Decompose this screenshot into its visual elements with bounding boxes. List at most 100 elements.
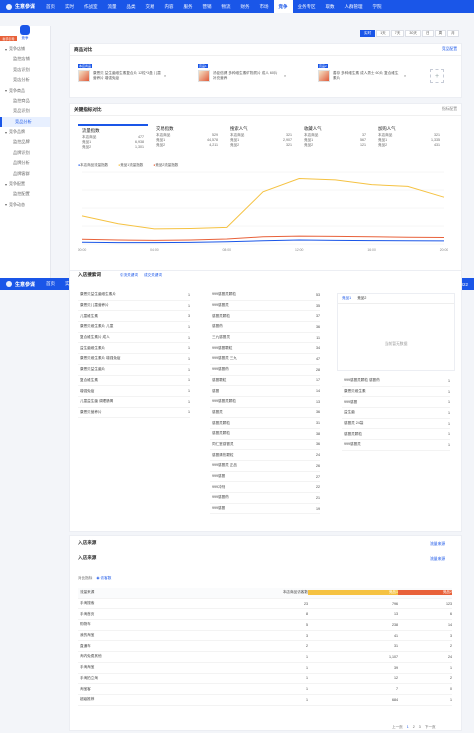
- list-item: 感冒药 36: [210, 322, 320, 333]
- compare-config-link[interactable]: 竞品配置: [442, 47, 457, 52]
- list-item: 999感冒药 21: [210, 493, 320, 504]
- sidebar-item[interactable]: 竞品识别: [0, 106, 50, 117]
- competitor-tab[interactable]: 竞品2: [357, 296, 366, 301]
- kpi-card[interactable]: 收藏人气 本店商品 37 竞品1 567 竞品2 121: [300, 124, 370, 154]
- sidebar-group-title: ▾ 竞争店铺: [5, 46, 26, 52]
- nav-item[interactable]: 物流: [217, 0, 236, 13]
- nav-item[interactable]: 人群管理: [340, 0, 368, 13]
- radio-visitors[interactable]: ◉ 访客数: [96, 576, 111, 581]
- date-tab[interactable]: 月: [447, 30, 459, 37]
- list-item: 康恩贝维生素片 儿童 1: [78, 322, 190, 333]
- sidebar-item[interactable]: 竞店识别: [0, 65, 50, 76]
- brand[interactable]: 生意参谋: [0, 3, 41, 10]
- date-tab[interactable]: 日: [421, 30, 434, 37]
- close-icon[interactable]: ×: [164, 74, 166, 78]
- product-name: 善存 多种维生素 成人男士 60片 复合维生素片: [333, 71, 399, 80]
- nav-item[interactable]: 市场: [255, 0, 274, 13]
- product-thumbnail: [78, 70, 90, 82]
- page-button[interactable]: 下一页: [425, 725, 436, 730]
- list-item: 999冲剂 22: [210, 482, 320, 494]
- compare-product[interactable]: 本店商品 康恩贝 益生菌维生素复合片 12粒*3盒 儿童营养片 增强免疫 ×: [78, 62, 188, 90]
- sources-link-1[interactable]: 流量来源: [430, 541, 445, 547]
- kpi-config-link[interactable]: 指标配置: [442, 107, 457, 112]
- list-item: 益生菌维生素片 1: [78, 343, 190, 355]
- table-row[interactable]: 手淘搜索 23 796 123: [78, 599, 452, 610]
- sidebar-item[interactable]: 品牌分析: [0, 158, 50, 169]
- sidebar-item[interactable]: 监控商品: [0, 96, 50, 107]
- nav-item[interactable]: 学院: [368, 0, 387, 13]
- page-button[interactable]: 上一页: [392, 725, 403, 730]
- table-row[interactable]: 手淘淘宝 1 39 1: [78, 663, 452, 674]
- sidebar-group-title: ▾ 竞争商品: [5, 87, 26, 94]
- keyword-tab[interactable]: 引流关键词: [120, 273, 138, 278]
- nav-item[interactable]: 品类: [122, 0, 141, 13]
- nav-item[interactable]: 作战室: [79, 0, 103, 13]
- sidebar-item[interactable]: 品牌识别: [0, 148, 50, 159]
- legend-item[interactable]: ●竞品1流量指数: [118, 163, 143, 168]
- date-tab[interactable]: 实时: [360, 30, 376, 37]
- x-tick-label: 12:00: [295, 248, 304, 252]
- nav-item[interactable]: 取数: [321, 0, 340, 13]
- table-row[interactable]: 淘宝客 1 7 0: [78, 684, 452, 695]
- sidebar-item[interactable]: 竞品分析: [0, 116, 50, 127]
- competition-logo-icon: [20, 25, 30, 35]
- legend-item[interactable]: ●竞品2流量指数: [153, 163, 178, 168]
- sources-link-2[interactable]: 流量来源: [430, 556, 445, 562]
- compare-product[interactable]: 竞品1 汤臣倍健 多种维生素矿物质片 成人 60片 补充营养 ×: [198, 62, 308, 90]
- nav-item[interactable]: 实时: [60, 0, 79, 13]
- group-icon: ▾: [5, 88, 8, 93]
- x-tick-label: 08:00: [223, 248, 232, 252]
- plus-icon[interactable]: +: [430, 69, 444, 83]
- nav-item[interactable]: 营销: [198, 0, 217, 13]
- legend-item[interactable]: ●本店商品流量指数: [78, 163, 108, 168]
- nav-item[interactable]: 首页: [41, 0, 60, 13]
- kpi-card[interactable]: 流量指数 本店商品 477 竞品1 6,938 竞品2 1,301: [78, 124, 148, 154]
- date-tab[interactable]: 周: [434, 30, 447, 37]
- list-item: 999感冒灵 三九 47: [210, 354, 320, 365]
- list-item: 感冒灵颗粒 1: [342, 429, 450, 441]
- table-row[interactable]: 淘内免费其他 1 1,107 24: [78, 652, 452, 663]
- list-item: 益生菌 1: [342, 408, 450, 419]
- sidebar-item[interactable]: 竞店分析: [0, 75, 50, 86]
- sidebar-item[interactable]: 品牌客群: [0, 169, 50, 180]
- list-item: 感冒灵颗粒 37: [210, 311, 320, 323]
- nav-item[interactable]: 业务专区: [293, 0, 321, 13]
- compare-product[interactable]: 竞品2 善存 多种维生素 成人男士 60片 复合维生素片 ×: [318, 62, 428, 90]
- table-row[interactable]: 直通车 2 31 2: [78, 641, 452, 653]
- table-row[interactable]: 我的淘宝 3 41 3: [78, 631, 452, 642]
- date-tab[interactable]: 1天: [376, 30, 390, 37]
- close-icon[interactable]: ×: [284, 74, 286, 78]
- table-row[interactable]: 购物车 5 238 14: [78, 620, 452, 631]
- page-button[interactable]: 1: [407, 725, 409, 730]
- page-button[interactable]: 3: [419, 725, 421, 730]
- kpi-card[interactable]: 交易指数 本店商品 529 竞品1 44,578 竞品2 4,211: [152, 124, 222, 154]
- nav-item[interactable]: 首页: [41, 278, 60, 290]
- nav-item[interactable]: 财务: [236, 0, 255, 13]
- sidebar-item[interactable]: 监控品牌: [0, 137, 50, 148]
- source-filter: 对比指标 ◉ 访客数: [78, 576, 112, 581]
- sidebar-item[interactable]: 监控配置: [0, 189, 50, 200]
- list-item: 感冒颗粒 17: [210, 376, 320, 387]
- competitor-tab[interactable]: 竞品1: [342, 296, 351, 301]
- add-compare[interactable]: +: [430, 62, 444, 90]
- nav-item[interactable]: 流量: [103, 0, 122, 13]
- kpi-card[interactable]: 搜索人气 本店商品 321 竞品1 2,907 竞品2 321: [226, 124, 296, 154]
- close-icon[interactable]: ×: [404, 74, 406, 78]
- nav-item[interactable]: 竞争: [273, 0, 293, 13]
- brand-sticky[interactable]: 生意参谋: [0, 281, 41, 288]
- guide-badge[interactable]: 新手引导: [0, 36, 17, 41]
- table-row[interactable]: 手淘拍立淘 1 12 2: [78, 674, 452, 685]
- nav-item[interactable]: 交易: [141, 0, 160, 13]
- x-tick-label: 04:00: [150, 248, 159, 252]
- keyword-tab[interactable]: 成交关键词: [144, 273, 162, 278]
- table-row[interactable]: 手淘首页 8 13 6: [78, 609, 452, 621]
- nav-item[interactable]: 内容: [160, 0, 179, 13]
- x-tick-label: 20:00: [440, 248, 448, 252]
- table-row[interactable]: 超级推荐 1 684 1: [78, 695, 452, 706]
- nav-item[interactable]: 服务: [179, 0, 198, 13]
- date-tab[interactable]: 30天: [405, 30, 421, 37]
- sidebar-item[interactable]: 监控店铺: [0, 54, 50, 65]
- date-tab[interactable]: 7天: [390, 30, 405, 37]
- page-button[interactable]: 2: [413, 725, 415, 730]
- kpi-card[interactable]: 加购人气 本店商品 321 竞品1 1,335 竞品2 431: [374, 124, 444, 154]
